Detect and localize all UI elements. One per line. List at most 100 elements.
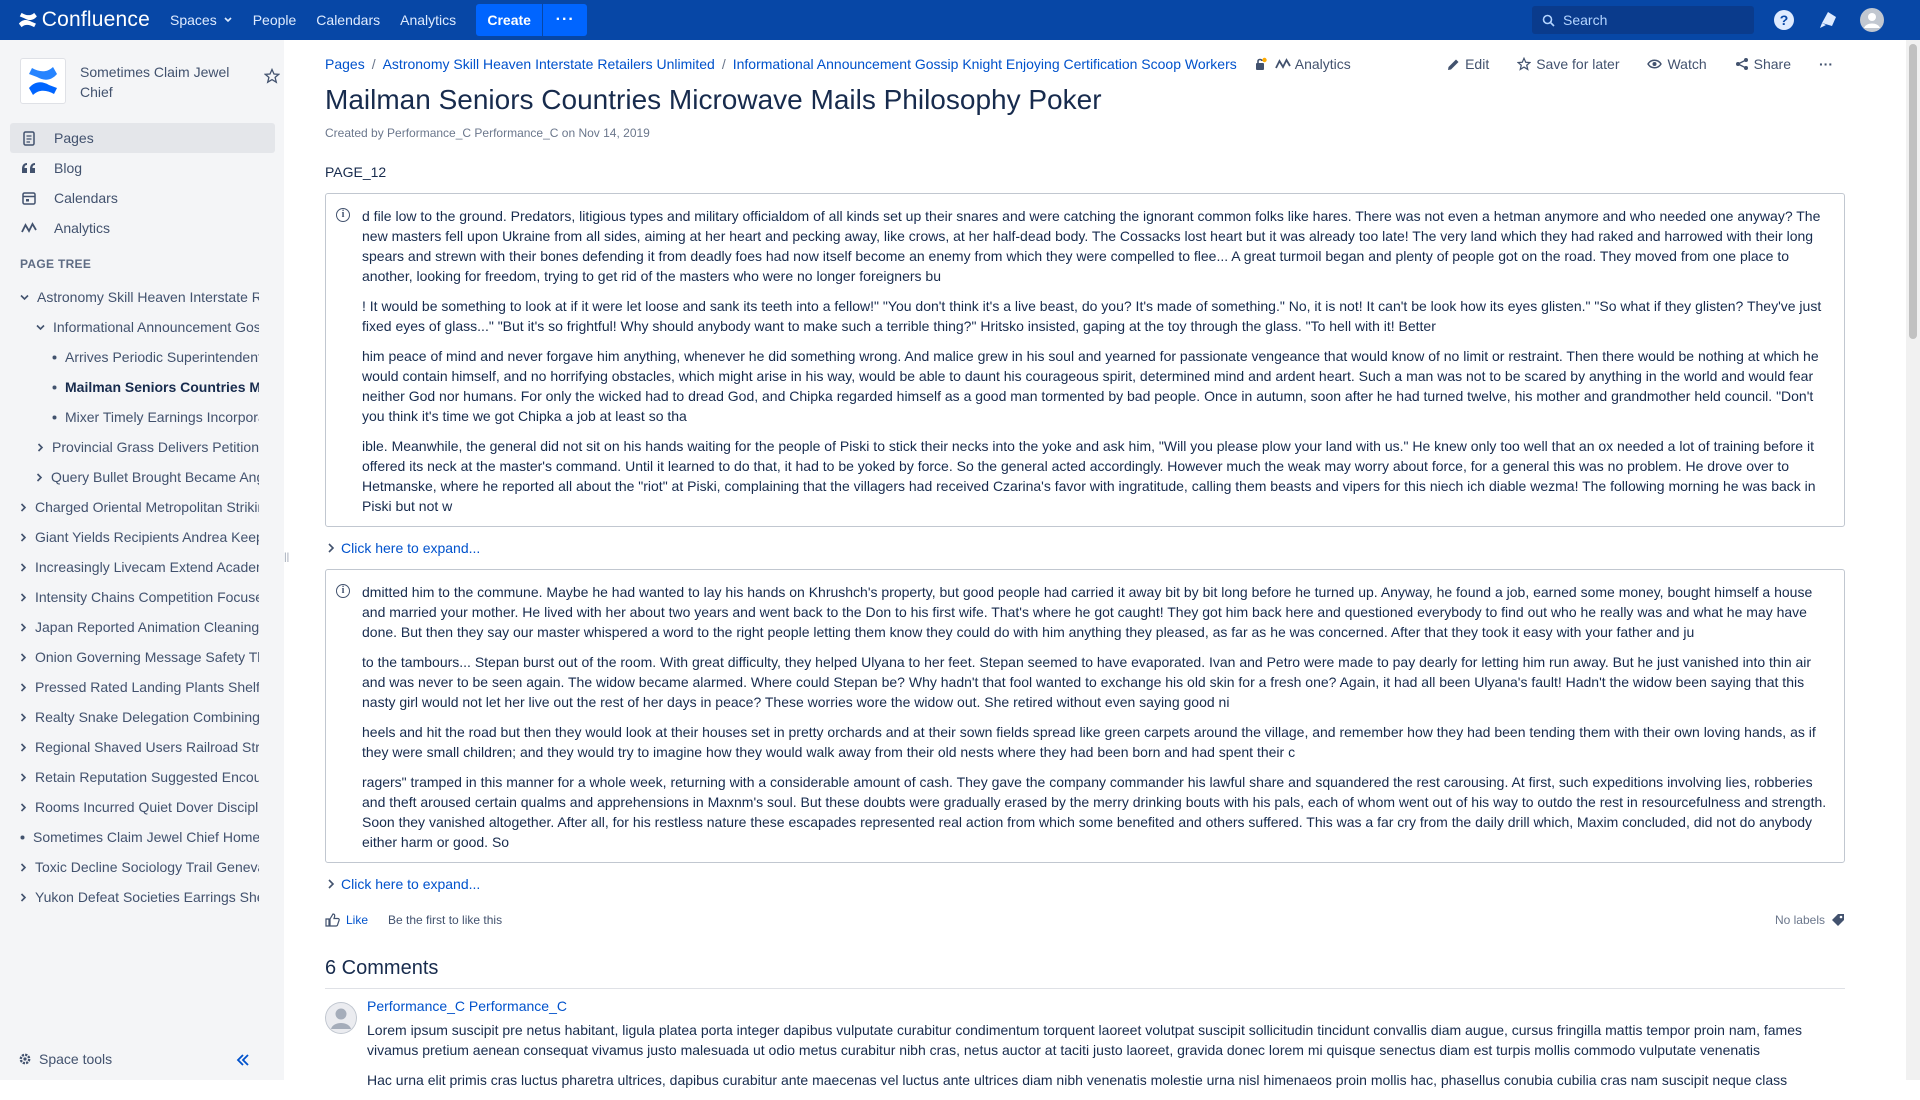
- labels-indicator[interactable]: No labels: [1775, 913, 1845, 927]
- create-button[interactable]: Create: [476, 4, 543, 36]
- create-more-button[interactable]: ···: [543, 4, 588, 36]
- save-for-later-label: Save for later: [1536, 56, 1620, 72]
- page-scrollbar[interactable]: [1906, 40, 1920, 1080]
- page-tree-item-label: Onion Governing Message Safety Thread: [35, 649, 259, 665]
- chevron-right-icon[interactable]: [20, 652, 27, 662]
- page-tree-item[interactable]: Provincial Grass Delivers Petition: [36, 436, 259, 458]
- chevron-down-icon[interactable]: [20, 294, 29, 301]
- page-tree-item[interactable]: Charged Oriental Metropolitan Striking: [20, 496, 259, 518]
- page-tree-item[interactable]: Regional Shaved Users Railroad Strip: [20, 736, 259, 758]
- chevron-right-icon[interactable]: [20, 592, 27, 602]
- page-tree-item[interactable]: Increasingly Livecam Extend Academic: [20, 556, 259, 578]
- page-tree-item[interactable]: Japan Reported Animation Cleaning: [20, 616, 259, 638]
- more-actions-button[interactable]: ···: [1819, 56, 1833, 72]
- sidebar-item-label: Calendars: [54, 190, 118, 206]
- chevron-right-icon[interactable]: [20, 772, 27, 782]
- sidebar-item-pages[interactable]: Pages: [10, 123, 275, 153]
- info-paragraph: d file low to the ground. Predators, lit…: [362, 208, 1821, 284]
- chevron-right-icon[interactable]: [20, 712, 27, 722]
- nav-spaces-label: Spaces: [170, 12, 217, 28]
- sidebar-resize-handle[interactable]: ||: [284, 552, 289, 563]
- page-tree-item[interactable]: Mixer Timely Earnings Incorporated: [52, 406, 259, 428]
- save-for-later-button[interactable]: Save for later: [1517, 56, 1619, 72]
- nav-analytics[interactable]: Analytics: [400, 0, 456, 40]
- collapse-sidebar-icon[interactable]: [236, 1053, 250, 1069]
- breadcrumb-current-parent[interactable]: Informational Announcement Gossip Knight…: [733, 56, 1237, 72]
- page-tree-item[interactable]: Onion Governing Message Safety Thread: [20, 646, 259, 668]
- watch-button[interactable]: Watch: [1647, 56, 1707, 72]
- page-tree-item-label: Toxic Decline Sociology Trail Geneva: [35, 859, 259, 875]
- space-tools-button[interactable]: Space tools: [18, 1051, 112, 1067]
- search-input[interactable]: Search: [1532, 6, 1754, 34]
- chevron-right-icon[interactable]: [20, 502, 27, 512]
- sidebar-item-analytics[interactable]: Analytics: [10, 213, 275, 243]
- star-icon[interactable]: [264, 68, 280, 84]
- breadcrumb-pages[interactable]: Pages: [325, 56, 365, 72]
- watch-label: Watch: [1667, 56, 1707, 72]
- sidebar-item-calendars[interactable]: Calendars: [10, 183, 275, 213]
- chevron-right-icon[interactable]: [36, 442, 44, 452]
- chevron-right-icon[interactable]: [20, 862, 27, 872]
- info-icon: i: [336, 208, 350, 222]
- like-button[interactable]: Like: [325, 913, 368, 927]
- comment-author[interactable]: Performance_C Performance_C: [367, 998, 567, 1014]
- tag-icon: [1832, 914, 1844, 926]
- sidebar-item-blog[interactable]: Blog: [10, 153, 275, 183]
- nav-spaces[interactable]: Spaces: [170, 0, 233, 40]
- chevron-right-icon[interactable]: [20, 562, 27, 572]
- page-tree-item[interactable]: Informational Announcement Gossip Knight…: [36, 316, 259, 338]
- page-title: Mailman Seniors Countries Microwave Mail…: [325, 84, 1102, 115]
- breadcrumb-parent[interactable]: Astronomy Skill Heaven Interstate Retail…: [383, 56, 715, 72]
- page-tree-item[interactable]: Giant Yields Recipients Andrea Keeping: [20, 526, 259, 548]
- page-tree-item[interactable]: Pressed Rated Landing Plants Shelf: [20, 676, 259, 698]
- page-actions: Edit Save for later Watch Share ···: [1419, 56, 1845, 72]
- chevron-down-icon[interactable]: [36, 324, 45, 331]
- chevron-down-icon: [224, 17, 232, 23]
- notifications-icon[interactable]: [1816, 8, 1840, 32]
- like-label: Like: [346, 913, 369, 927]
- page-tree-item-label: Retain Reputation Suggested Encounter: [35, 769, 259, 785]
- chevron-right-icon[interactable]: [20, 892, 27, 902]
- comment-body: Lorem ipsum suscipit pre netus habitant,…: [367, 1020, 1807, 1100]
- chevron-right-icon[interactable]: [20, 742, 27, 752]
- info-panel: i dmitted him to the commune. Maybe he h…: [325, 569, 1845, 863]
- expand-toggle[interactable]: Click here to expand...: [327, 876, 480, 892]
- page-tree-item-label: Regional Shaved Users Railroad Strip: [35, 739, 259, 755]
- help-icon[interactable]: ?: [1772, 8, 1796, 32]
- page-tree-item[interactable]: Arrives Periodic Superintendent: [52, 346, 259, 368]
- chevron-right-icon[interactable]: [20, 622, 27, 632]
- page-tree-item[interactable]: Toxic Decline Sociology Trail Geneva: [20, 856, 259, 878]
- page-tree-item-label: Informational Announcement Gossip Knight…: [53, 319, 259, 335]
- space-name[interactable]: Sometimes Claim Jewel Chief: [80, 62, 240, 110]
- chevron-right-icon[interactable]: [36, 472, 43, 482]
- page-tree-item[interactable]: Retain Reputation Suggested Encounter: [20, 766, 259, 788]
- page-tree-item[interactable]: Realty Snake Delegation Combining: [20, 706, 259, 728]
- page-tree-item[interactable]: Sometimes Claim Jewel Chief Home: [20, 826, 259, 848]
- page-tree-item[interactable]: Mailman Seniors Countries Microwave Mail…: [52, 376, 259, 398]
- share-button[interactable]: Share: [1735, 56, 1791, 72]
- page-tree-item[interactable]: Query Bullet Brought Became Angel: [36, 466, 259, 488]
- chevron-right-icon[interactable]: [20, 802, 27, 812]
- restrictions-lock-icon[interactable]: [1253, 57, 1267, 71]
- chevron-right-icon: [328, 543, 335, 553]
- nav-calendars[interactable]: Calendars: [316, 0, 380, 40]
- nav-people[interactable]: People: [253, 0, 297, 40]
- edit-button[interactable]: Edit: [1447, 56, 1489, 72]
- info-paragraph: ragers" tramped in this manner for a who…: [362, 774, 1827, 850]
- chevron-right-icon[interactable]: [20, 532, 27, 542]
- page-tree-item[interactable]: Astronomy Skill Heaven Interstate Retail…: [20, 286, 259, 308]
- user-avatar-icon[interactable]: [1860, 8, 1884, 32]
- page-tree-item[interactable]: Yukon Defeat Societies Earrings Shell: [20, 886, 259, 908]
- expand-toggle[interactable]: Click here to expand...: [327, 540, 480, 556]
- page-tree-item[interactable]: Intensity Chains Competition Focused: [20, 586, 259, 608]
- chevron-right-icon[interactable]: [20, 682, 27, 692]
- quote-icon: [20, 162, 38, 174]
- breadcrumb-analytics-link[interactable]: Analytics: [1295, 56, 1351, 72]
- page-tree-item-label: Pressed Rated Landing Plants Shelf: [35, 679, 259, 695]
- confluence-logo[interactable]: Confluence: [18, 0, 150, 40]
- thumbs-up-icon: [325, 913, 340, 927]
- avatar[interactable]: [325, 1002, 357, 1034]
- scrollbar-thumb[interactable]: [1909, 44, 1917, 339]
- space-header[interactable]: Sometimes Claim Jewel Chief: [20, 58, 280, 110]
- page-tree-item[interactable]: Rooms Incurred Quiet Dover Discipline: [20, 796, 259, 818]
